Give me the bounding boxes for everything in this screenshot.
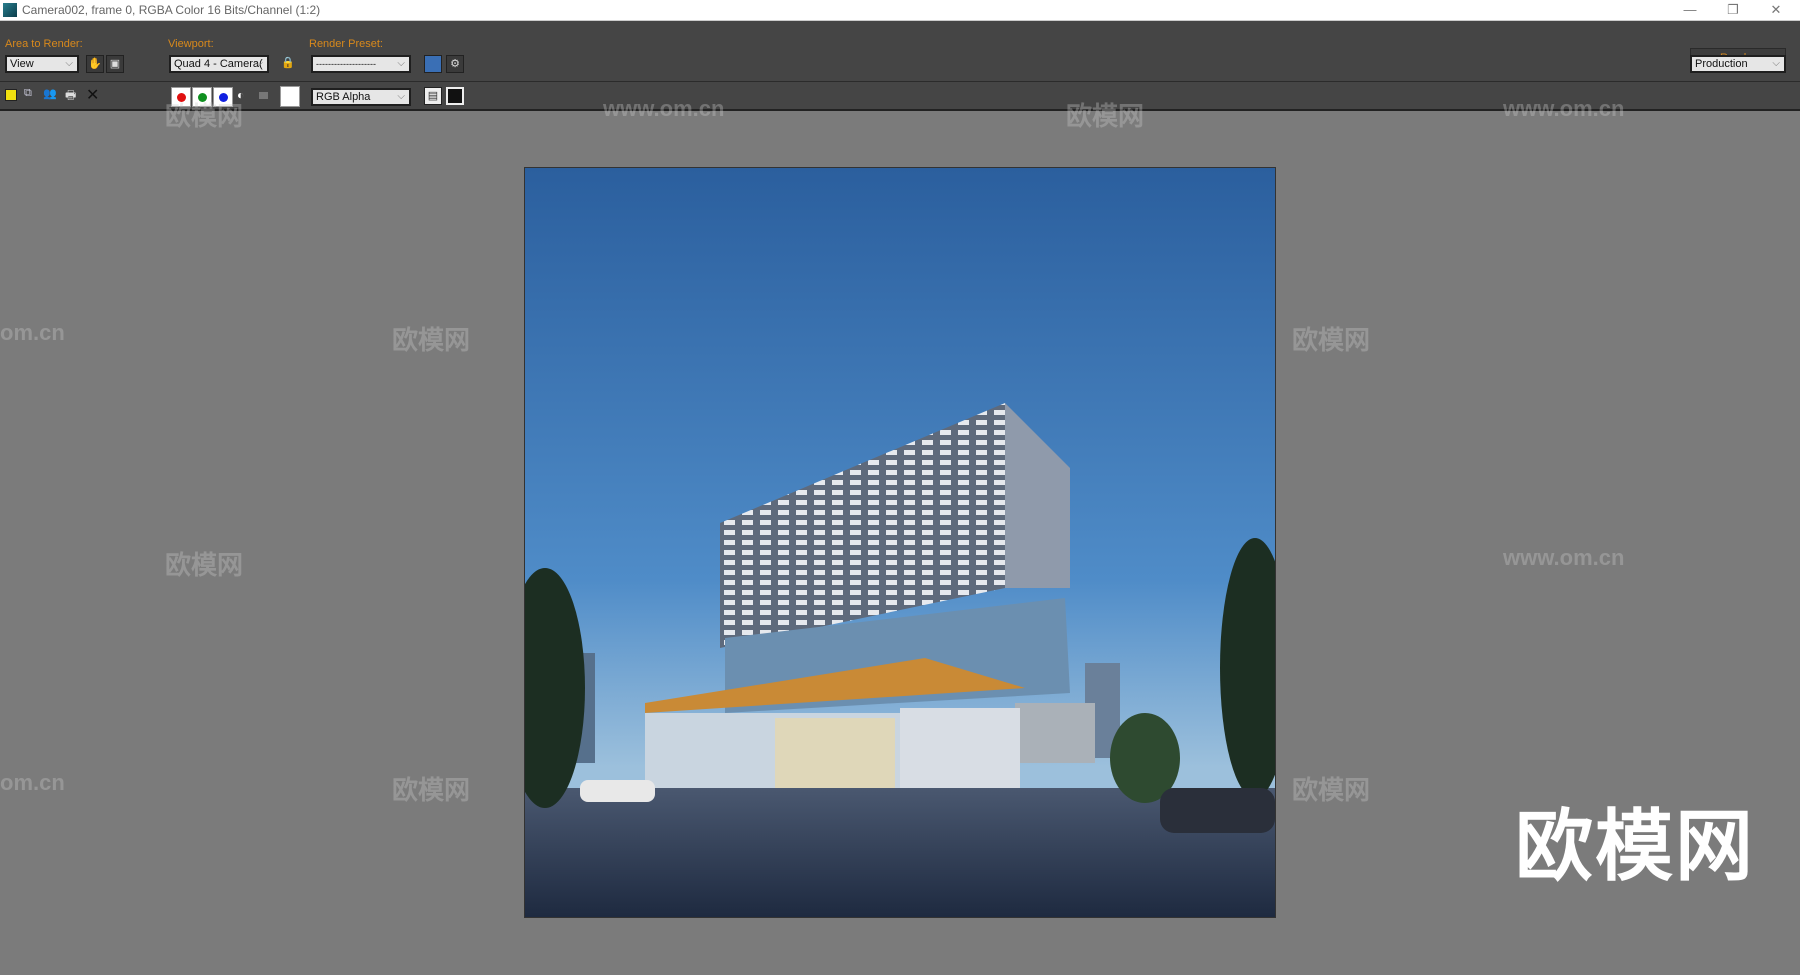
chevron-down-icon: ⌵ [397,58,405,69]
chevron-down-icon: ⌵ [65,58,73,69]
render-setup-icon[interactable] [424,55,442,73]
app-icon [3,3,17,17]
channel-value: RGB Alpha [316,91,371,103]
watermark-text: 欧模网 [1292,325,1371,355]
render-preset-label: Render Preset: [309,38,383,50]
area-to-render-dropdown[interactable]: View ⌵ [5,55,79,73]
watermark-text: 欧模网 [392,325,471,355]
render-mode-dropdown[interactable]: Production ⌵ [1690,55,1786,73]
watermark-text: 欧模网 [165,550,244,580]
watermark-text: 欧模网 [1292,775,1371,805]
restore-button[interactable]: ❐ [1713,0,1753,20]
alpha-icon[interactable] [259,92,268,99]
watermark-text: 欧模网 [392,775,471,805]
environment-effects-icon[interactable]: ⚙ [446,55,464,73]
render-toolbar: Area to Render: View ⌵ ✋ ▣ Viewport: Quad… [0,21,1800,82]
watermark-text: www.om.cn [1503,96,1625,121]
viewport-dropdown[interactable]: Quad 4 - Camera(⌵ [169,55,269,73]
watermark-text: www.om.cn [1503,545,1625,570]
chevron-down-icon: ⌵ [255,58,263,69]
chevron-down-icon: ⌵ [397,91,405,102]
close-button[interactable]: ✕ [1756,0,1796,20]
toggle-ui-overlay-icon[interactable]: ▤ [424,87,442,105]
watermark-text: om.cn [0,320,65,345]
edit-region-icon[interactable]: ✋ [86,55,104,73]
save-image-icon[interactable] [5,89,17,101]
minimize-button[interactable]: — [1670,0,1710,20]
clear-icon[interactable]: ✕ [86,85,99,105]
toggle-ui-icon[interactable] [446,87,464,105]
render-preset-dropdown[interactable]: -------------------- ⌵ [311,55,411,73]
lock-icon[interactable]: 🔒 [279,55,297,73]
watermark-text: 欧模网 [165,101,244,131]
chevron-down-icon: ⌵ [1772,58,1780,69]
watermark-text: www.om.cn [603,96,725,121]
clone-window-icon[interactable]: 👥 [43,87,57,100]
auto-region-icon[interactable]: ▣ [106,55,124,73]
title-bar: Camera002, frame 0, RGBA Color 16 Bits/C… [0,0,1800,21]
area-to-render-label: Area to Render: [5,38,83,50]
rendered-image [505,167,1290,918]
preset-value: -------------------- [316,59,376,69]
area-value: View [10,58,34,70]
mode-value: Production [1695,58,1748,70]
watermark-text: om.cn [0,770,65,795]
viewport-label: Viewport: [168,38,214,50]
watermark-logo: 欧模网 [1515,802,1756,890]
viewport-value: Quad 4 - Camera( [174,58,263,70]
copy-image-icon[interactable]: ⧉ [24,87,32,100]
color-swatch[interactable] [280,86,300,107]
print-icon[interactable]: 🖶 [65,86,76,107]
channel-display-dropdown[interactable]: RGB Alpha ⌵ [311,88,411,106]
watermark-text: 欧模网 [1066,101,1145,131]
window-title: Camera002, frame 0, RGBA Color 16 Bits/C… [22,3,321,17]
